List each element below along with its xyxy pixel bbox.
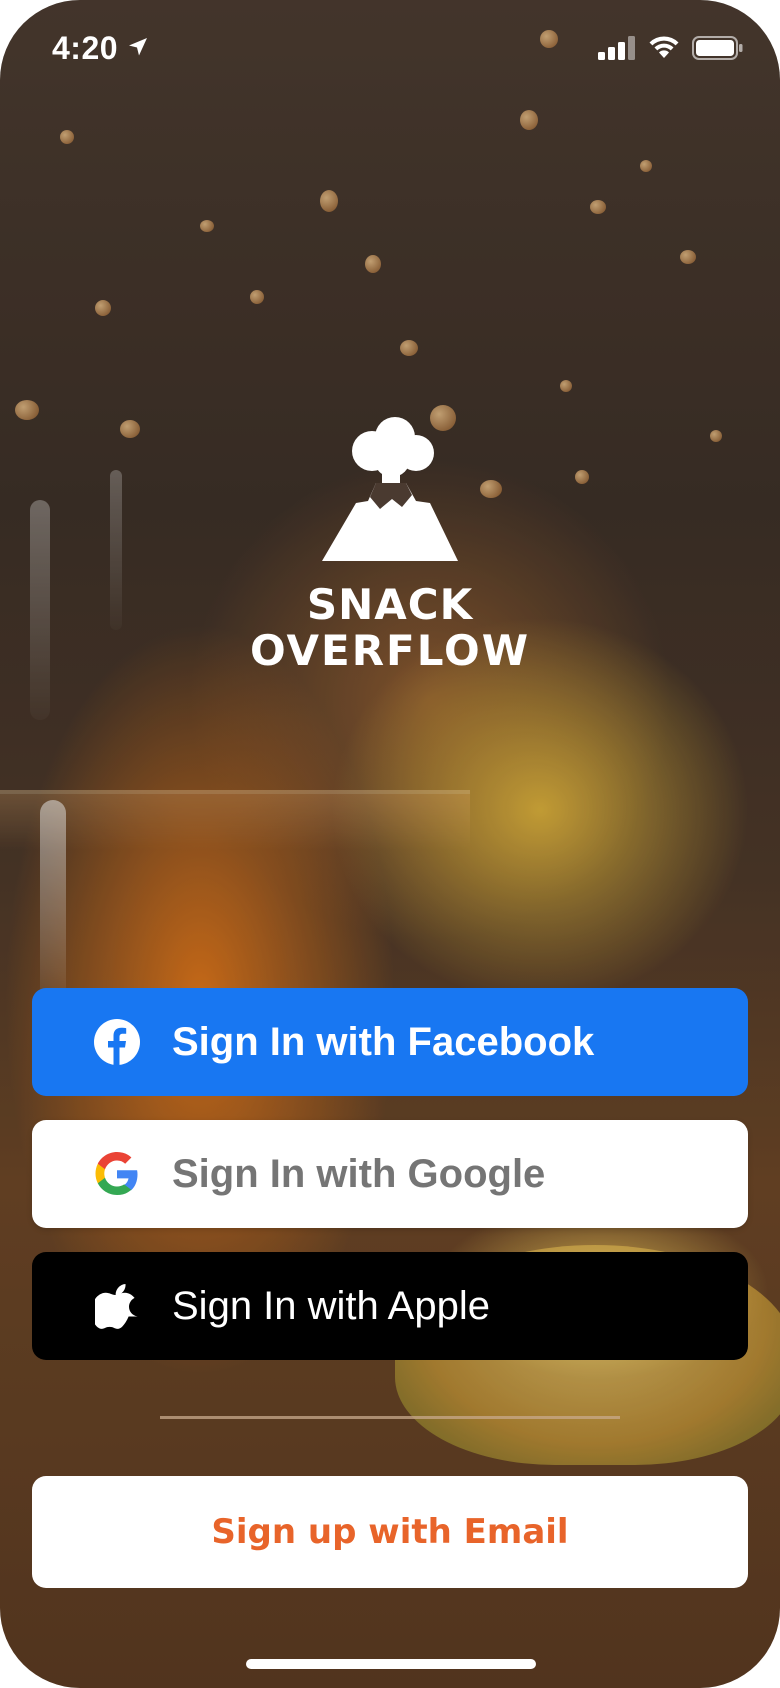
app-logo: SNACK OVERFLOW (0, 415, 780, 674)
email-button-label: Sign up with Email (211, 1512, 569, 1552)
sign-up-email-button[interactable]: Sign up with Email (32, 1476, 748, 1588)
status-time-group: 4:20 (52, 30, 150, 67)
google-icon (92, 1149, 142, 1199)
home-indicator (246, 1659, 536, 1669)
login-screen: 4:20 SNACK OVERFLOW Sign In with Faceboo… (0, 0, 780, 1688)
status-bar: 4:20 (0, 0, 780, 100)
status-time: 4:20 (52, 30, 119, 66)
sign-in-apple-button[interactable]: Sign In with Apple (32, 1252, 748, 1360)
status-icons (598, 36, 744, 65)
sign-in-google-button[interactable]: Sign In with Google (32, 1120, 748, 1228)
logo-line-1: SNACK (306, 580, 474, 629)
apple-button-label: Sign In with Apple (172, 1283, 490, 1328)
logo-line-2: OVERFLOW (249, 626, 531, 675)
divider (160, 1416, 620, 1419)
location-arrow-icon (126, 30, 150, 67)
wifi-icon (648, 36, 680, 65)
battery-icon (692, 36, 744, 65)
logo-wordmark: SNACK OVERFLOW (250, 582, 530, 674)
signal-icon (598, 36, 636, 65)
facebook-button-label: Sign In with Facebook (172, 1019, 595, 1064)
sign-in-facebook-button[interactable]: Sign In with Facebook (32, 988, 748, 1096)
apple-icon (92, 1281, 142, 1331)
volcano-icon (320, 415, 460, 570)
google-button-label: Sign In with Google (172, 1151, 546, 1196)
facebook-icon (92, 1017, 142, 1067)
